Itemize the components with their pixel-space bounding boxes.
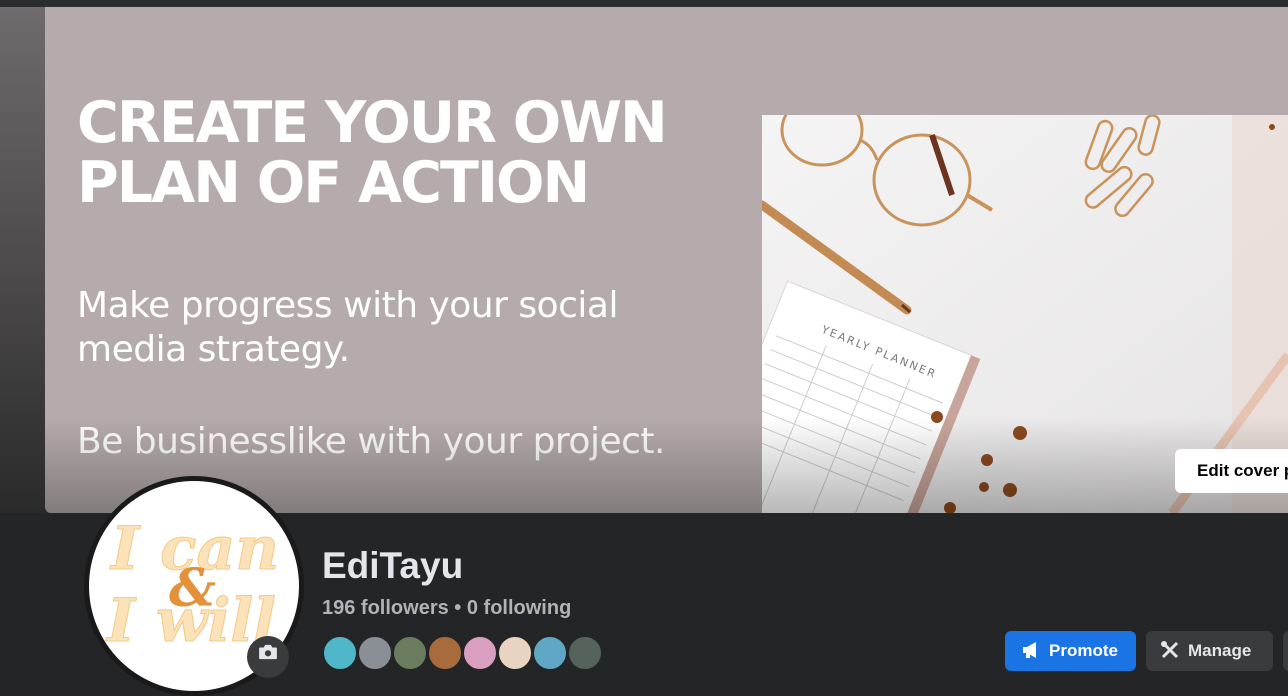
stats-separator: • — [454, 597, 462, 619]
more-options-button[interactable] — [1283, 631, 1288, 671]
cover-subline-line2: media strategy. — [77, 329, 350, 370]
promote-label: Promote — [1049, 641, 1118, 660]
following-count[interactable]: 0 following — [467, 597, 571, 619]
cover-left-shade — [0, 7, 45, 513]
manage-label: Manage — [1188, 641, 1252, 660]
cover-tagline: Be businesslike with your project. — [77, 421, 665, 462]
camera-icon — [259, 644, 277, 660]
cover-subline-line1: Make progress with your social — [77, 285, 618, 326]
page-stats: 196 followers • 0 following — [322, 597, 571, 620]
avatar-edit-button[interactable] — [247, 636, 289, 678]
followers-count[interactable]: 196 followers — [322, 597, 449, 619]
promote-button[interactable]: Promote — [1005, 631, 1136, 671]
window-top-bar — [0, 0, 1288, 7]
follower-avatar[interactable] — [427, 635, 463, 671]
follower-avatar[interactable] — [497, 635, 533, 671]
cover-headline-line1: CREATE YOUR OWN — [77, 90, 668, 156]
follower-avatar[interactable] — [532, 635, 568, 671]
follower-avatar[interactable] — [567, 635, 603, 671]
follower-avatar[interactable] — [357, 635, 393, 671]
edit-cover-label: Edit cover photo — [1197, 461, 1288, 480]
edit-cover-button[interactable]: Edit cover photo — [1175, 449, 1288, 493]
follower-avatar[interactable] — [392, 635, 428, 671]
cover-photo[interactable]: CREATE YOUR OWN PLAN OF ACTION Make progr… — [45, 7, 1288, 513]
wrench-screwdriver-icon — [1161, 641, 1179, 659]
cover-headline-line2: PLAN OF ACTION — [77, 150, 590, 216]
cover-headline: CREATE YOUR OWN PLAN OF ACTION — [77, 90, 668, 216]
page-name[interactable]: EdiTayu — [322, 545, 463, 587]
megaphone-icon — [1023, 642, 1036, 658]
cover-subline: Make progress with your social media stra… — [77, 284, 618, 372]
manage-button[interactable]: Manage — [1146, 631, 1273, 671]
follower-avatar[interactable] — [462, 635, 498, 671]
follower-avatar[interactable] — [322, 635, 358, 671]
